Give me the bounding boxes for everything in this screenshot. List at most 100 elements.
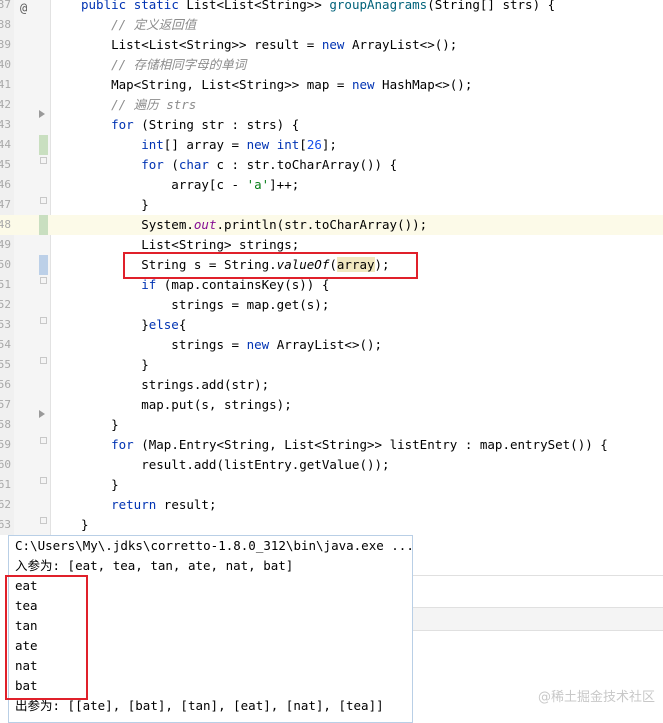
code-line[interactable]: 55 } (0, 355, 663, 375)
code-token: c : str.toCharArray()) { (216, 157, 398, 172)
code-text: for (Map.Entry<String, List<String>> lis… (81, 435, 608, 455)
line-number: 51 (0, 278, 11, 291)
code-text: array[c - 'a']++; (81, 175, 299, 195)
code-text: System.out.println(str.toCharArray()); (81, 215, 427, 235)
code-token: (Map.Entry<String, List<String>> listEnt… (141, 437, 608, 452)
line-number: 43 (0, 118, 11, 131)
highlight-box-output-words (5, 575, 88, 700)
code-line[interactable]: 38 // 定义返回值 (0, 15, 663, 35)
code-token: strings = (81, 337, 247, 352)
code-token: List<List<String>> (186, 0, 330, 12)
code-line[interactable]: 54 strings = new ArrayList<>(); (0, 335, 663, 355)
code-line[interactable]: 47 } (0, 195, 663, 215)
code-line[interactable]: 39 List<List<String>> result = new Array… (0, 35, 663, 55)
code-text: int[] array = new int[26]; (81, 135, 337, 155)
line-number: 62 (0, 498, 11, 511)
line-number: 41 (0, 78, 11, 91)
code-line[interactable]: 41 Map<String, List<String>> map = new H… (0, 75, 663, 95)
change-marker-added[interactable] (39, 215, 48, 235)
code-line[interactable]: 45 for (char c : str.toCharArray()) { (0, 155, 663, 175)
code-line[interactable]: 40 // 存储相同字母的单词 (0, 55, 663, 75)
code-token: .println(str.toCharArray()); (216, 217, 428, 232)
line-number: 44 (0, 138, 11, 151)
change-marker-added[interactable] (39, 135, 48, 155)
fold-marker-icon[interactable] (40, 517, 47, 524)
code-line[interactable]: 53 }else{ (0, 315, 663, 335)
code-text: result.add(listEntry.getValue()); (81, 455, 390, 475)
code-line[interactable]: 57 map.put(s, strings); (0, 395, 663, 415)
code-token: } (81, 317, 149, 332)
code-text: Map<String, List<String>> map = new Hash… (81, 75, 472, 95)
code-token: new (246, 337, 277, 352)
code-text: return result; (81, 495, 216, 515)
code-token: (map.containsKey(s)) { (163, 277, 330, 292)
line-number: 45 (0, 158, 11, 171)
code-token: 26 (306, 137, 322, 152)
code-line[interactable]: 60 result.add(listEntry.getValue()); (0, 455, 663, 475)
code-text: }else{ (81, 315, 186, 335)
code-token: } (81, 517, 89, 532)
code-text: strings = new ArrayList<>(); (81, 335, 382, 355)
code-token: } (81, 357, 149, 372)
line-number: 49 (0, 238, 11, 251)
line-number: 57 (0, 398, 11, 411)
code-token: 'a' (246, 177, 270, 192)
line-number: 37 (0, 0, 11, 11)
code-line[interactable]: 63} (0, 515, 663, 535)
fold-arrow-icon[interactable] (39, 410, 45, 418)
code-token: ]; (321, 137, 337, 152)
fold-marker-icon[interactable] (40, 357, 47, 364)
code-text: List<List<String>> result = new ArrayLis… (81, 35, 457, 55)
code-token: System. (81, 217, 194, 232)
code-token: result; (163, 497, 217, 512)
code-token: (String str : strs) { (141, 117, 300, 132)
line-number: 38 (0, 18, 11, 31)
code-line[interactable]: 58 } (0, 415, 663, 435)
code-token: char (178, 157, 217, 172)
fold-marker-icon[interactable] (40, 437, 47, 444)
line-number: 53 (0, 318, 11, 331)
line-number: 40 (0, 58, 11, 71)
code-token: [ (299, 137, 307, 152)
code-line[interactable]: 59 for (Map.Entry<String, List<String>> … (0, 435, 663, 455)
fold-marker-icon[interactable] (40, 477, 47, 484)
code-line[interactable]: 42 // 遍历 strs (0, 95, 663, 115)
code-token: for (111, 117, 142, 132)
code-token: for (141, 157, 172, 172)
code-token: } (81, 417, 119, 432)
fold-marker-icon[interactable] (40, 277, 47, 284)
code-line[interactable]: 62 return result; (0, 495, 663, 515)
code-line[interactable]: 56 strings.add(str); (0, 375, 663, 395)
code-text: for (char c : str.toCharArray()) { (81, 155, 397, 175)
code-line[interactable]: 37 public static List<List<String>> group… (0, 0, 663, 15)
code-token: result.add(listEntry.getValue()); (81, 457, 390, 472)
code-text: strings = map.get(s); (81, 295, 329, 315)
code-token: array[c - (81, 177, 247, 192)
code-line[interactable]: 46 array[c - 'a']++; (0, 175, 663, 195)
run-console[interactable]: C:\Users\My\.jdks\corretto-1.8.0_312\bin… (5, 535, 414, 723)
code-line[interactable]: 48 System.out.println(str.toCharArray())… (0, 215, 663, 235)
code-line[interactable]: 44 int[] array = new int[26]; (0, 135, 663, 155)
code-line[interactable]: 43 for (String str : strs) { (0, 115, 663, 135)
code-token: Map<String, List<String>> map = (81, 77, 352, 92)
code-token: List<String> strings; (81, 237, 300, 252)
code-line[interactable]: 61 } (0, 475, 663, 495)
fold-arrow-icon[interactable] (39, 110, 45, 118)
console-command-line: C:\Users\My\.jdks\corretto-1.8.0_312\bin… (15, 538, 414, 553)
code-token: ArrayList<>(); (276, 337, 383, 352)
fold-marker-icon[interactable] (40, 197, 47, 204)
fold-marker-icon[interactable] (40, 317, 47, 324)
code-token: map.put(s, strings); (81, 397, 292, 412)
change-marker-modified[interactable] (39, 255, 48, 275)
code-token: List<List<String>> result = (81, 37, 322, 52)
fold-marker-icon[interactable] (40, 157, 47, 164)
line-number: 58 (0, 418, 11, 431)
line-number: 52 (0, 298, 11, 311)
code-editor[interactable]: @ 37 public static List<List<String>> gro… (0, 0, 663, 535)
line-number: 60 (0, 458, 11, 471)
code-text: // 定义返回值 (81, 15, 196, 35)
code-token: HashMap<>(); (382, 77, 473, 92)
code-line[interactable]: 52 strings = map.get(s); (0, 295, 663, 315)
code-token: ArrayList<>(); (351, 37, 458, 52)
